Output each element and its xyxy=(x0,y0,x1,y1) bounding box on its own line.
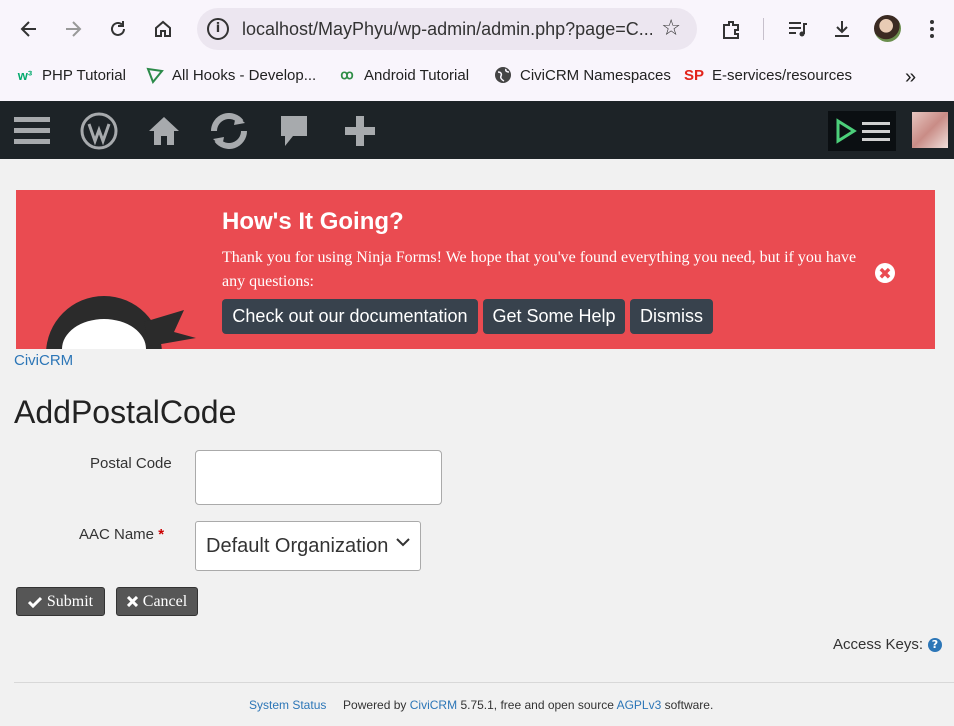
download-icon[interactable] xyxy=(827,14,857,44)
bookmarks-overflow-button[interactable]: » xyxy=(905,66,916,89)
footer-divider xyxy=(14,682,954,683)
chevron-down-icon xyxy=(396,538,410,547)
bookmark-all-hooks[interactable]: All Hooks - Develop... xyxy=(146,66,316,84)
submit-button[interactable]: Submit xyxy=(16,587,105,616)
sp-icon: SP xyxy=(684,66,705,84)
bookmark-civicrm-namespaces[interactable]: CiviCRM Namespaces xyxy=(494,66,671,84)
url-text[interactable]: localhost/MayPhyu/wp-admin/admin.php?pag… xyxy=(242,19,652,40)
reload-icon[interactable] xyxy=(103,14,133,44)
get-help-button[interactable]: Get Some Help xyxy=(483,299,625,334)
documentation-button[interactable]: Check out our documentation xyxy=(222,299,478,334)
dismiss-button[interactable]: Dismiss xyxy=(630,299,713,334)
back-arrow-icon[interactable] xyxy=(14,14,44,44)
bookmark-label: PHP Tutorial xyxy=(42,66,126,84)
aac-name-label: AAC Name xyxy=(79,526,155,543)
geeks-icon: ꝏ xyxy=(340,67,354,82)
close-icon[interactable]: ✖ xyxy=(875,263,895,283)
civicrm-link[interactable]: CiviCRM xyxy=(410,698,457,712)
license-link[interactable]: AGPLv3 xyxy=(617,698,662,712)
bookmark-label: All Hooks - Develop... xyxy=(172,66,317,84)
wordpress-logo-icon[interactable] xyxy=(80,111,118,151)
wp-admin-bar xyxy=(0,101,954,159)
version-text: 5.75.1, free and open source xyxy=(460,698,614,712)
browser-chrome: i localhost/MayPhyu/wp-admin/admin.php?p… xyxy=(0,0,954,101)
toolbar-divider xyxy=(763,18,764,40)
footer: System Status Powered by CiviCRM 5.75.1,… xyxy=(249,698,713,712)
menu-toggle-icon[interactable] xyxy=(14,111,50,151)
bookmark-php-tutorial[interactable]: w³ PHP Tutorial xyxy=(16,66,126,84)
x-icon xyxy=(126,596,138,607)
submit-label: Submit xyxy=(46,592,94,610)
software-text: software. xyxy=(664,698,714,712)
globe-icon xyxy=(494,66,512,84)
breadcrumb-civicrm[interactable]: CiviCRM xyxy=(14,352,73,369)
home-icon[interactable] xyxy=(148,14,178,44)
ninja-forms-notice: How's It Going? Thank you for using Ninj… xyxy=(16,190,935,349)
bookmark-label: Android Tutorial xyxy=(364,66,470,84)
kebab-menu-icon[interactable] xyxy=(917,14,947,44)
check-icon xyxy=(27,596,42,608)
bookmark-e-services[interactable]: SP E-services/resources xyxy=(684,66,852,84)
profile-avatar[interactable] xyxy=(874,15,901,42)
ninja-mascot-icon xyxy=(46,296,196,349)
home-icon[interactable] xyxy=(147,111,181,151)
triangle-icon xyxy=(146,66,164,84)
forward-arrow-icon[interactable] xyxy=(58,14,88,44)
help-icon[interactable]: ? xyxy=(928,637,942,652)
notice-message: Thank you for using Ninja Forms! We hope… xyxy=(222,249,857,290)
page-title: AddPostalCode xyxy=(14,394,237,430)
media-playlist-icon[interactable] xyxy=(782,14,812,44)
user-avatar[interactable] xyxy=(912,112,948,148)
comments-icon[interactable] xyxy=(279,111,309,151)
w3schools-icon: w³ xyxy=(17,67,33,83)
access-keys-label: Access Keys: xyxy=(832,636,923,653)
required-marker: * xyxy=(158,526,165,543)
postal-code-label: Postal Code xyxy=(90,455,172,472)
bookmark-label: CiviCRM Namespaces xyxy=(520,66,671,84)
updates-refresh-icon[interactable] xyxy=(206,111,252,151)
postal-code-input[interactable] xyxy=(195,450,442,505)
cancel-label: Cancel xyxy=(142,592,188,610)
bookmark-star-icon[interactable]: ☆ xyxy=(661,16,681,41)
bookmark-android-tutorial[interactable]: ꝏ Android Tutorial xyxy=(338,66,469,84)
cancel-button[interactable]: Cancel xyxy=(116,587,198,616)
aac-name-label-wrap: AAC Name * xyxy=(79,526,164,543)
play-menu-icon[interactable] xyxy=(828,111,896,151)
site-info-icon[interactable]: i xyxy=(207,18,229,40)
address-bar[interactable]: i localhost/MayPhyu/wp-admin/admin.php?p… xyxy=(197,8,697,50)
extensions-icon[interactable] xyxy=(716,14,746,44)
add-new-icon[interactable] xyxy=(343,111,377,151)
powered-by-text: Powered by xyxy=(343,698,407,712)
notice-title: How's It Going? xyxy=(222,208,404,235)
access-keys[interactable]: Access Keys: ? xyxy=(833,636,942,653)
aac-selected-value: Default Organization xyxy=(206,534,389,557)
bookmark-label: E-services/resources xyxy=(712,66,853,84)
aac-name-select[interactable]: Default Organization xyxy=(195,521,421,571)
system-status-link[interactable]: System Status xyxy=(249,698,326,712)
